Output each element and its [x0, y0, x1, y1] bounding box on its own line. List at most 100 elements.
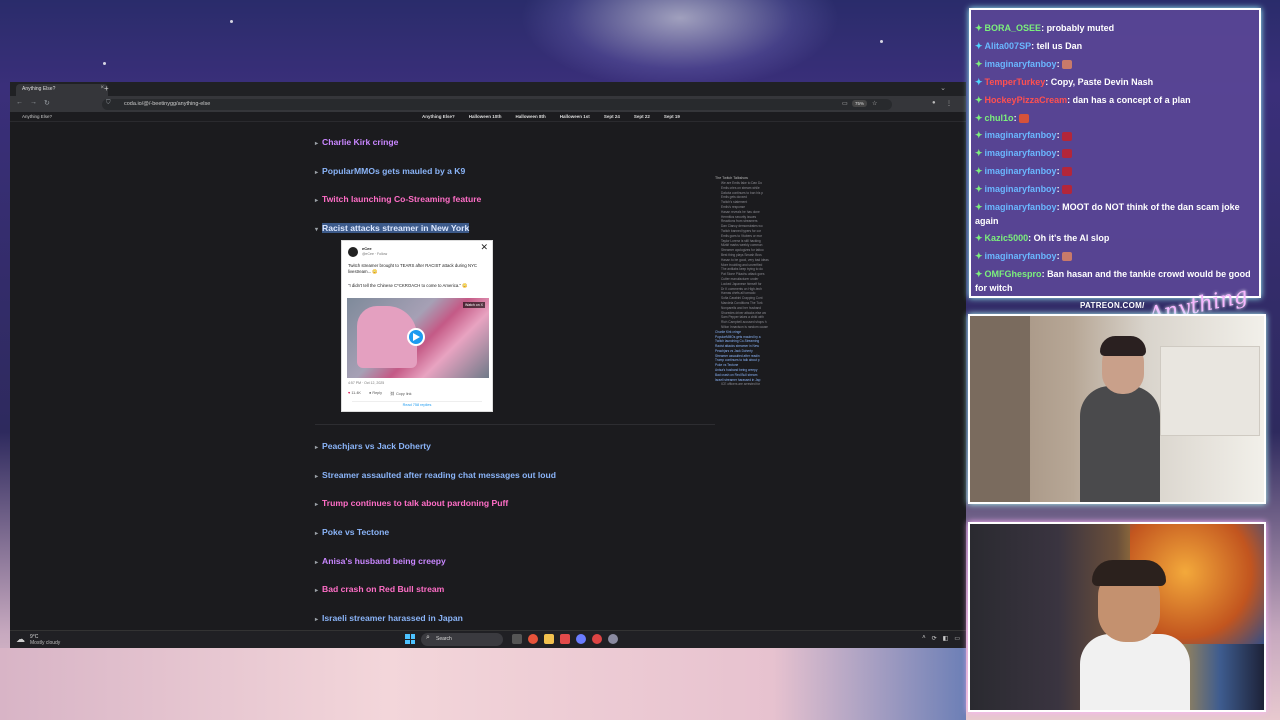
chat-username[interactable]: imaginaryfanboy [985, 148, 1057, 158]
topic-toggle[interactable]: ▸ Charlie Kirk cringe [315, 137, 398, 147]
toc-item[interactable]: Nilton Innavison is random cause [715, 325, 777, 330]
tweet-video-thumbnail[interactable]: Watch on X [347, 298, 489, 378]
volume-icon[interactable]: ◧ [943, 635, 949, 642]
tweet-author-handle[interactable]: @eCee · Follow [362, 252, 387, 256]
watch-on-x-label[interactable]: Watch on X [463, 302, 485, 308]
chat-username[interactable]: chul1o [985, 113, 1014, 123]
topic-toggle[interactable]: ▸ Twitch launching Co-Streaming feature [315, 194, 481, 204]
topic-toggle[interactable]: ▸ PopularMMOs gets mauled by a K9 [315, 166, 465, 176]
nav-link-halloween-1st[interactable]: Halloween 1st [560, 114, 590, 119]
chat-emote-icon [1062, 252, 1073, 262]
copy-link-button[interactable]: ⛓ Copy link [390, 391, 412, 396]
toc-title[interactable]: The Twitch Talkshow [715, 176, 777, 180]
search-icon: ⌕ [426, 634, 430, 641]
extensions-icon[interactable]: ⋮ [946, 100, 952, 107]
embedded-tweet[interactable]: ✕ eCee @eCee · Follow Twitch streamer br… [341, 240, 493, 412]
site-name[interactable]: Anything Else? [22, 114, 52, 119]
chat-message: ✦ Kazic5000: Oh it's the AI slop [975, 232, 1259, 246]
site-info-icon[interactable]: ⛉ [106, 100, 111, 107]
system-tray: ˄ ⟳ ◧ ▭ [922, 635, 960, 642]
app-icon[interactable] [608, 634, 618, 644]
back-arrow-icon[interactable]: ← [16, 99, 23, 106]
chevron-up-icon[interactable]: ˄ [922, 635, 926, 642]
subscriber-badge-icon: ✦ [975, 166, 983, 177]
topic-toggle[interactable]: ▸ Peachjars vs Jack Doherty [315, 441, 431, 451]
chat-username[interactable]: imaginaryfanboy [985, 202, 1057, 212]
chat-message: ✦ HockeyPizzaCream: dan has a concept of … [975, 94, 1259, 108]
like-button[interactable]: ♥ 11.4K [348, 391, 361, 396]
app-icon[interactable] [560, 634, 570, 644]
chat-message: ✦ imaginaryfanboy: [975, 250, 1259, 264]
heart-icon: ♥ [348, 391, 351, 395]
task-view-icon[interactable] [512, 634, 522, 644]
background-star [103, 62, 106, 65]
topic-toggle[interactable]: ▸ Bad crash on Red Bull stream [315, 584, 444, 594]
topic-toggle[interactable]: ▸ Poke vs Tectone [315, 527, 389, 537]
chat-message: ✦ Alita007SP: tell us Dan [975, 40, 1259, 54]
weather-description[interactable]: Mostly cloudy [30, 640, 60, 646]
tweet-timestamp[interactable]: 4:57 PM · Oct 12, 2025 [348, 381, 384, 385]
chat-username[interactable]: Alita007SP [985, 41, 1032, 51]
topic-toggle[interactable]: ▾ Racist attacks streamer in New York [315, 223, 470, 233]
chat-username[interactable]: imaginaryfanboy [985, 130, 1057, 140]
forward-arrow-icon[interactable]: → [30, 99, 37, 106]
chat-username[interactable]: BORA_OSEE [985, 23, 1042, 33]
page-content: ▸ Charlie Kirk cringe ▸ PopularMMOs gets m… [10, 122, 966, 632]
topic-toggle[interactable]: ▸ Trump continues to talk about pardoning… [315, 498, 508, 508]
chat-username[interactable]: imaginaryfanboy [985, 184, 1057, 194]
caret-right-icon: ▸ [315, 170, 319, 176]
new-tab-button[interactable]: + [104, 84, 109, 93]
nav-link-halloween-8th[interactable]: Halloween 8th [516, 114, 546, 119]
tab-anything-else[interactable]: Anything Else? × [16, 84, 108, 96]
address-bar[interactable]: ⛉ coda.io/@/-beetinygg/anything-else [102, 99, 892, 110]
cloud-icon[interactable]: ☁ [16, 634, 25, 645]
toc-item[interactable]: ICE officers are arrested for [715, 382, 777, 387]
zoom-level-badge[interactable]: 75% [852, 100, 868, 107]
avatar[interactable] [348, 247, 358, 257]
chat-message: ✦ imaginaryfanboy: [975, 58, 1259, 72]
close-icon[interactable]: ✕ [480, 242, 488, 253]
chat-username[interactable]: imaginaryfanboy [985, 251, 1057, 261]
tab-list-chevron-icon[interactable]: ⌄ [940, 84, 946, 92]
chat-username[interactable]: OMFGhespro [985, 269, 1042, 279]
nav-link-anything-else[interactable]: Anything Else? [422, 114, 455, 119]
display-icon[interactable]: ▭ [954, 635, 960, 642]
chat-username[interactable]: HockeyPizzaCream [985, 95, 1068, 105]
profile-icon[interactable]: ● [932, 100, 936, 106]
taskbar-search[interactable]: ⌕ Search [421, 633, 503, 646]
copy-link-label: Copy link [395, 392, 412, 396]
reload-icon[interactable]: ↻ [44, 99, 50, 107]
file-explorer-icon[interactable] [544, 634, 554, 644]
chat-text: Oh it's the AI slop [1033, 233, 1110, 244]
topic-label: Poke vs Tectone [322, 527, 390, 537]
subscriber-badge-icon: ✦ [975, 233, 983, 244]
chat-text: Copy, Paste Devin Nash [1050, 76, 1154, 87]
chat-username[interactable]: TemperTurkey [985, 77, 1046, 87]
nav-link-sept-19[interactable]: Sept 19 [664, 114, 680, 119]
browser-app-icon[interactable] [528, 634, 538, 644]
topic-toggle[interactable]: ▸ Streamer assaulted after reading chat m… [315, 470, 556, 480]
chat-username[interactable]: imaginaryfanboy [985, 59, 1057, 69]
network-icon[interactable]: ⟳ [932, 635, 937, 642]
topic-label: Charlie Kirk cringe [322, 137, 399, 147]
bookmark-star-icon[interactable]: ☆ [872, 100, 877, 107]
chat-username[interactable]: imaginaryfanboy [985, 166, 1057, 176]
nav-link-sept-22[interactable]: Sept 22 [634, 114, 650, 119]
tweet-author-name[interactable]: eCee [362, 246, 372, 251]
reply-button[interactable]: ● Reply [369, 391, 382, 396]
obs-icon[interactable] [592, 634, 602, 644]
browser-window: Anything Else? × + ⌄ ← → ↻ ⛉ coda.io/@/-… [10, 82, 966, 648]
discord-icon[interactable] [576, 634, 586, 644]
read-replies-link[interactable]: Read 758 replies [352, 401, 482, 407]
toc-item[interactable]: Hasan to be good, very bad ideas [715, 258, 777, 263]
start-button[interactable] [405, 634, 415, 644]
nav-link-halloween-10th[interactable]: Halloween 10th [469, 114, 502, 119]
topic-toggle[interactable]: ▸ Israeli streamer harassed in Japan [315, 613, 463, 623]
webcam-bottom [968, 522, 1266, 712]
topic-toggle[interactable]: ▸ Anisa's husband being creepy [315, 556, 446, 566]
topic-label: Peachjars vs Jack Doherty [322, 441, 431, 451]
chat-emote-icon [1062, 59, 1073, 69]
screen-icon[interactable]: ▭ [842, 100, 848, 107]
chat-username[interactable]: Kazic5000 [985, 233, 1029, 243]
nav-link-sept-24[interactable]: Sept 24 [604, 114, 620, 119]
